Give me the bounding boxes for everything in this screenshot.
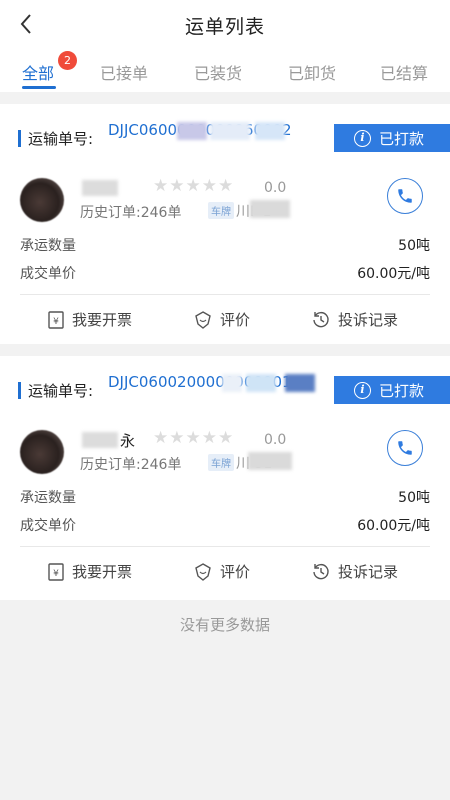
rating-stars: ★★★★★	[153, 176, 235, 196]
quantity-value: 50吨	[398, 238, 430, 254]
tab-all-badge: 2	[58, 51, 77, 70]
tab-accepted[interactable]: 已接单	[100, 60, 148, 84]
info-icon: i	[354, 381, 371, 399]
order-history: 历史订单:246单	[80, 205, 182, 221]
order-number-label: 运输单号:	[28, 130, 94, 148]
rating-value: 0.0	[264, 432, 287, 448]
complaint-label: 投诉记录	[338, 311, 399, 329]
status-badge: i 已打款	[334, 376, 450, 404]
order-history: 历史订单:246单	[80, 457, 182, 473]
redaction-blur	[246, 374, 276, 392]
divider	[20, 546, 430, 547]
rate-label: 评价	[220, 311, 251, 329]
redaction-blur	[82, 432, 118, 448]
order-marker	[18, 382, 21, 399]
tab-unloaded[interactable]: 已卸货	[288, 60, 336, 84]
no-more-data-text: 没有更多数据	[179, 616, 270, 634]
rate-button[interactable]: 评价	[193, 309, 250, 330]
redaction-blur	[285, 374, 315, 392]
order-marker	[18, 130, 21, 147]
tab-loaded[interactable]: 已装货	[194, 60, 242, 84]
history-clock-icon	[313, 311, 329, 327]
redaction-blur	[82, 180, 118, 196]
call-button[interactable]	[387, 430, 423, 466]
info-icon: i	[354, 129, 371, 147]
svg-text:¥: ¥	[53, 569, 59, 579]
active-tab-indicator	[22, 86, 56, 89]
price-value: 60.00元/吨	[357, 518, 430, 534]
invoice-label: 我要开票	[72, 311, 133, 329]
order-number-label: 运输单号:	[28, 382, 94, 400]
redaction-blur	[250, 200, 290, 218]
order-card[interactable]: 运输单号: DJJC0600000000060002 i 已打款 ★★★★★ 0…	[0, 104, 450, 344]
rate-label: 评价	[220, 563, 251, 581]
plate-tag: 车牌	[208, 454, 234, 471]
complaint-label: 投诉记录	[338, 563, 399, 581]
rating-stars: ★★★★★	[153, 428, 235, 448]
history-clock-icon	[313, 563, 329, 579]
tab-settled[interactable]: 已结算	[380, 60, 428, 84]
price-value: 60.00元/吨	[357, 266, 430, 282]
divider	[20, 294, 430, 295]
rate-icon	[195, 310, 211, 329]
call-button[interactable]	[387, 178, 423, 214]
invoice-icon: ¥	[48, 310, 64, 329]
invoice-icon: ¥	[48, 562, 64, 581]
quantity-label: 承运数量	[20, 238, 76, 254]
redaction-blur	[222, 374, 242, 392]
price-label: 成交单价	[20, 266, 76, 282]
quantity-label: 承运数量	[20, 490, 76, 506]
svg-text:¥: ¥	[53, 317, 59, 327]
redaction-blur	[248, 452, 292, 470]
invoice-label: 我要开票	[72, 563, 133, 581]
rate-button[interactable]: 评价	[193, 561, 250, 582]
rating-value: 0.0	[264, 180, 287, 196]
price-label: 成交单价	[20, 518, 76, 534]
phone-icon	[398, 189, 412, 203]
invoice-button[interactable]: ¥ 我要开票	[47, 561, 132, 582]
order-card[interactable]: 运输单号: DJJC0600200000000001 i 已打款 永 ★★★★★…	[0, 356, 450, 600]
rate-icon	[195, 562, 211, 581]
plate-tag: 车牌	[208, 202, 234, 219]
status-tabs: 全部 2 已接单 已装货 已卸货 已结算	[0, 48, 450, 92]
complaint-button[interactable]: 投诉记录	[311, 309, 398, 330]
driver-name: 永	[120, 432, 136, 450]
status-label: 已打款	[379, 129, 425, 148]
status-label: 已打款	[379, 381, 425, 400]
avatar	[20, 430, 64, 474]
status-badge: i 已打款	[334, 124, 450, 152]
redaction-blur	[255, 122, 285, 140]
redaction-blur	[177, 122, 207, 140]
avatar	[20, 178, 64, 222]
tab-all[interactable]: 全部	[22, 60, 54, 84]
phone-icon	[398, 441, 412, 455]
page-title: 运单列表	[184, 16, 265, 38]
complaint-button[interactable]: 投诉记录	[311, 561, 398, 582]
invoice-button[interactable]: ¥ 我要开票	[47, 309, 132, 330]
redaction-blur	[210, 122, 250, 140]
quantity-value: 50吨	[398, 490, 430, 506]
top-bar: 运单列表	[0, 0, 450, 48]
